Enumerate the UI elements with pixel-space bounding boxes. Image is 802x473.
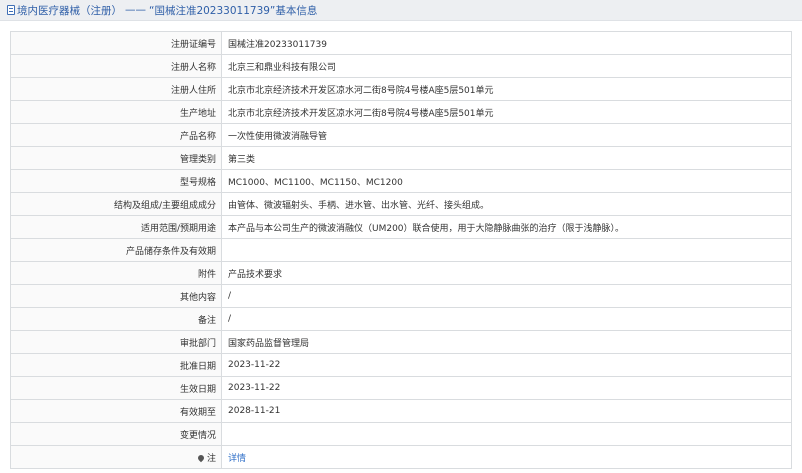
row-label: 备注	[10, 307, 222, 331]
info-table: 注册证编号 国械注准20233011739 注册人名称 北京三和鼎业科技有限公司 注…	[10, 31, 792, 469]
row-value: 2023-11-22	[221, 376, 792, 400]
table-row: 附件 产品技术要求	[10, 261, 792, 285]
row-value: /	[221, 284, 792, 308]
table-row: 产品名称 一次性使用微波消融导管	[10, 123, 792, 147]
table-row: 备注 /	[10, 307, 792, 331]
table-row: 审批部门 国家药品监督管理局	[10, 330, 792, 354]
row-value: 2023-11-22	[221, 353, 792, 377]
note-value: 详情	[221, 445, 792, 469]
row-value: 产品技术要求	[221, 261, 792, 285]
row-label: 批准日期	[10, 353, 222, 377]
table-row: 注 详情	[10, 445, 792, 469]
row-value: 由管体、微波辐射头、手柄、进水管、出水管、光纤、接头组成。	[221, 192, 792, 216]
row-value: MC1000、MC1100、MC1150、MC1200	[221, 169, 792, 193]
row-value: 一次性使用微波消融导管	[221, 123, 792, 147]
row-value	[221, 238, 792, 262]
row-label: 注册人名称	[10, 54, 222, 78]
table-row: 有效期至 2028-11-21	[10, 399, 792, 423]
row-label: 管理类别	[10, 146, 222, 170]
row-value: /	[221, 307, 792, 331]
table-row: 其他内容 /	[10, 284, 792, 308]
breadcrumb-separator: ——	[125, 4, 146, 16]
row-label: 审批部门	[10, 330, 222, 354]
row-label: 产品名称	[10, 123, 222, 147]
row-label: 适用范围/预期用途	[10, 215, 222, 239]
row-label: 变更情况	[10, 422, 222, 446]
table-row: 适用范围/预期用途 本产品与本公司生产的微波消融仪（UM200）联合使用，用于大隐…	[10, 215, 792, 239]
table-row: 产品储存条件及有效期	[10, 238, 792, 262]
breadcrumb[interactable]: 境内医疗器械（注册）	[17, 3, 122, 18]
row-label: 附件	[10, 261, 222, 285]
row-label: 有效期至	[10, 399, 222, 423]
note-label-text: 注	[206, 453, 216, 464]
table-row: 结构及组成/主要组成成分 由管体、微波辐射头、手柄、进水管、出水管、光纤、接头组成…	[10, 192, 792, 216]
page-header: 境内医疗器械（注册） —— “国械注准20233011739”基本信息	[0, 0, 802, 21]
row-label: 生产地址	[10, 100, 222, 124]
pin-icon	[196, 453, 206, 463]
row-value: 北京三和鼎业科技有限公司	[221, 54, 792, 78]
table-row: 变更情况	[10, 422, 792, 446]
row-label: 型号规格	[10, 169, 222, 193]
table-row: 注册人名称 北京三和鼎业科技有限公司	[10, 54, 792, 78]
row-label: 注册证编号	[10, 31, 222, 55]
row-value: 北京市北京经济技术开发区凉水河二街8号院4号楼A座5层501单元	[221, 77, 792, 101]
table-row: 注册人住所 北京市北京经济技术开发区凉水河二街8号院4号楼A座5层501单元	[10, 77, 792, 101]
row-value: 本产品与本公司生产的微波消融仪（UM200）联合使用，用于大隐静脉曲张的治疗（限…	[221, 215, 792, 239]
row-label: 生效日期	[10, 376, 222, 400]
table-row: 注册证编号 国械注准20233011739	[10, 31, 792, 55]
row-label: 注册人住所	[10, 77, 222, 101]
table-row: 管理类别 第三类	[10, 146, 792, 170]
details-link[interactable]: 详情	[228, 454, 246, 464]
row-value: 2028-11-21	[221, 399, 792, 423]
row-label: 结构及组成/主要组成成分	[10, 192, 222, 216]
table-row: 批准日期 2023-11-22	[10, 353, 792, 377]
page-title: “国械注准20233011739”基本信息	[149, 4, 318, 17]
row-value: 国械注准20233011739	[221, 31, 792, 55]
row-value: 北京市北京经济技术开发区凉水河二街8号院4号楼A座5层501单元	[221, 100, 792, 124]
row-value	[221, 422, 792, 446]
row-value: 第三类	[221, 146, 792, 170]
row-value: 国家药品监督管理局	[221, 330, 792, 354]
table-row: 生效日期 2023-11-22	[10, 376, 792, 400]
row-label: 产品储存条件及有效期	[10, 238, 222, 262]
table-row: 型号规格 MC1000、MC1100、MC1150、MC1200	[10, 169, 792, 193]
document-icon	[7, 5, 15, 15]
table-row: 生产地址 北京市北京经济技术开发区凉水河二街8号院4号楼A座5层501单元	[10, 100, 792, 124]
note-label: 注	[10, 445, 222, 469]
row-label: 其他内容	[10, 284, 222, 308]
